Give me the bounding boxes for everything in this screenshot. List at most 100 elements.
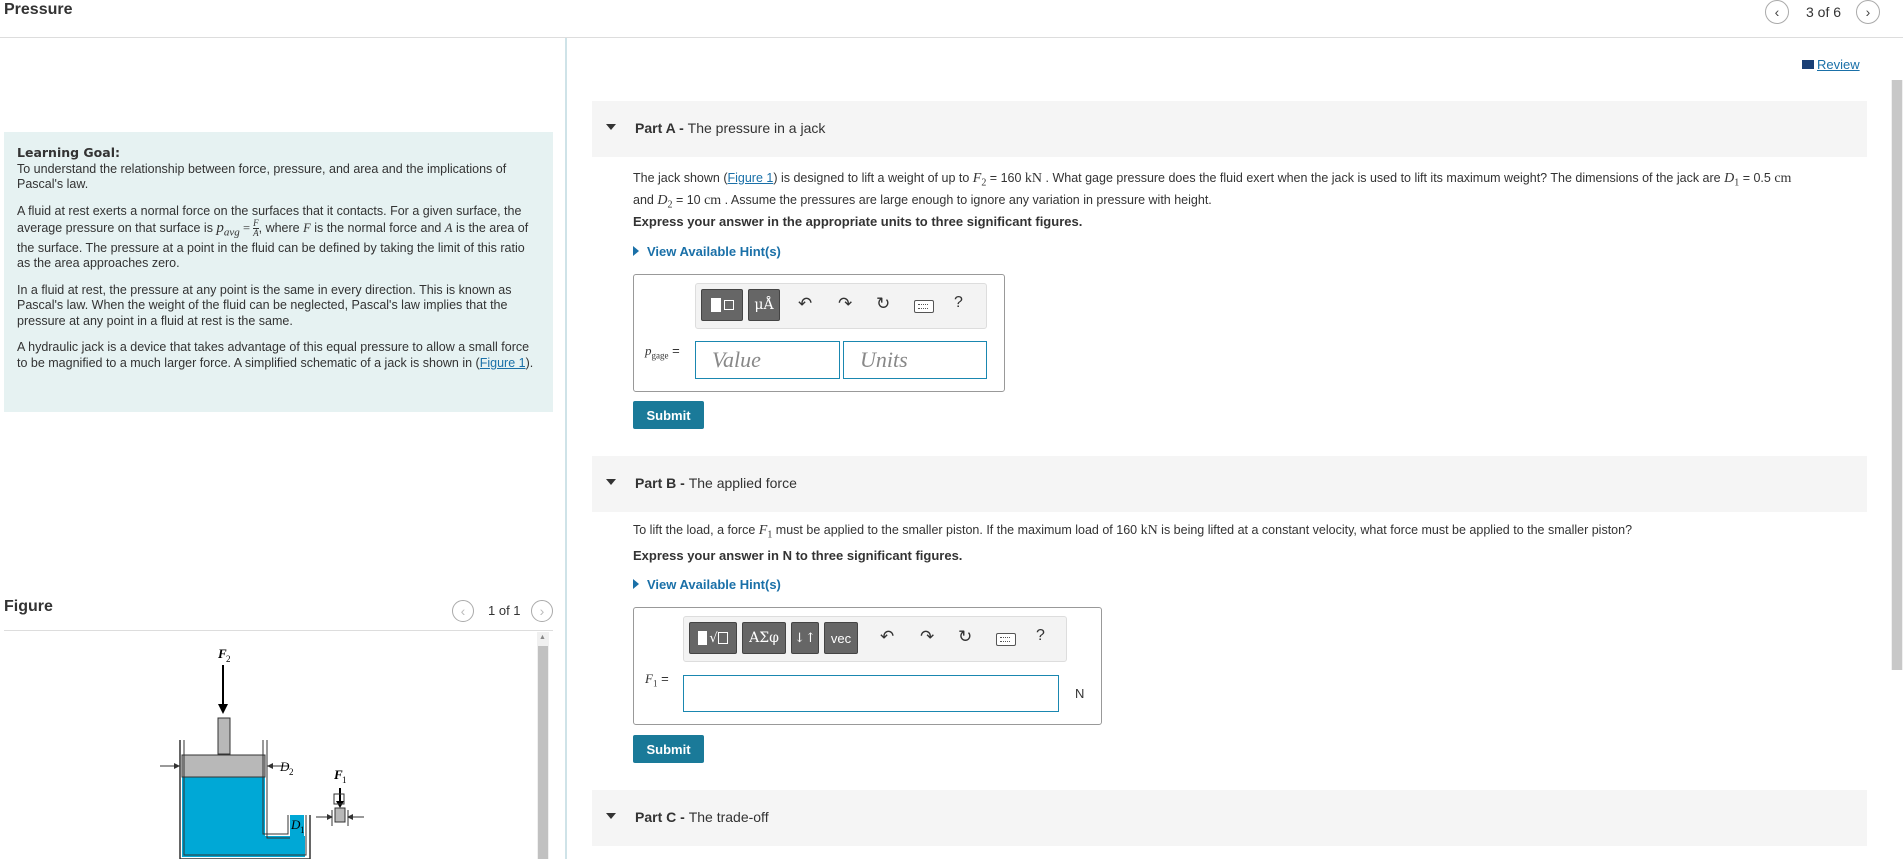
figure-header: Figure ‹ 1 of 1 ›: [4, 598, 553, 631]
f1-answer-input[interactable]: [683, 675, 1059, 712]
undo-icon[interactable]: ↶: [798, 294, 812, 314]
chevron-left-icon: ‹: [460, 603, 466, 619]
templates-icon: [698, 631, 708, 645]
figure-scrollbar[interactable]: ▲: [537, 632, 549, 859]
part-b-header[interactable]: Part B - The applied force: [592, 456, 1867, 512]
part-b-question: To lift the load, a force F1 must be app…: [633, 522, 1873, 544]
math-sub-avg: avg: [223, 226, 240, 239]
figure-prev-button[interactable]: ‹: [452, 600, 474, 622]
fluid-connector: [265, 836, 305, 857]
figure-counter: 1 of 1: [488, 603, 521, 618]
review-link[interactable]: Review: [1802, 57, 1860, 72]
goal-paragraph-2: In a fluid at rest, the pressure at any …: [17, 282, 512, 328]
hint-label: View Available Hint(s): [647, 577, 781, 592]
part-b-submit-button[interactable]: Submit: [633, 735, 704, 763]
part-a-hint-toggle[interactable]: View Available Hint(s): [633, 244, 781, 259]
reset-icon[interactable]: ↻: [958, 627, 972, 647]
vector-button[interactable]: vec: [824, 622, 858, 654]
mu-angstrom-button[interactable]: μÅ: [748, 289, 780, 321]
sqrt-icon: √: [709, 630, 718, 646]
small-piston: [334, 807, 346, 823]
figure-title: Figure: [4, 598, 53, 615]
figure-1-link[interactable]: Figure 1: [727, 171, 773, 185]
templates-button[interactable]: √: [689, 622, 737, 654]
label-D2-sub: 2: [289, 767, 294, 777]
figure-next-button[interactable]: ›: [531, 600, 553, 622]
help-icon[interactable]: ?: [1036, 627, 1045, 645]
collapse-triangle-icon[interactable]: [606, 124, 616, 130]
q-text: = 10: [672, 192, 705, 207]
keyboard-icon[interactable]: [996, 633, 1016, 646]
math-D1: D: [1724, 171, 1735, 186]
part-c-label: Part C -: [635, 809, 689, 825]
figure-scroll-thumb[interactable]: [538, 646, 548, 859]
large-piston: [181, 754, 266, 778]
caret-right-icon: [633, 579, 639, 589]
undo-icon[interactable]: ↶: [880, 627, 894, 647]
keyboard-icon[interactable]: [914, 300, 934, 313]
learning-goal-heading: Learning Goal:: [17, 145, 120, 160]
chevron-left-icon: ‹: [1774, 4, 1780, 20]
part-b-answer-box: √ ΑΣφ ↓↑ vec ↶ ↷ ↻ ? F1 = N: [633, 607, 1102, 725]
previous-item-button[interactable]: ‹: [1765, 0, 1789, 24]
var-F: F: [645, 671, 653, 686]
D2-arrow-right: [267, 763, 273, 769]
scroll-up-arrow-icon[interactable]: ▲: [539, 634, 546, 641]
greek-symbols-button[interactable]: ΑΣφ: [742, 622, 786, 654]
part-b-title: Part B - The applied force: [635, 475, 797, 491]
collapse-triangle-icon[interactable]: [606, 479, 616, 485]
collapse-triangle-icon[interactable]: [606, 813, 616, 819]
large-piston-rod: [217, 717, 231, 755]
redo-icon[interactable]: ↷: [920, 627, 934, 647]
q-text: must be applied to the smaller piston. I…: [772, 523, 1141, 537]
redo-icon[interactable]: ↷: [838, 294, 852, 314]
math-p: p: [216, 219, 224, 236]
part-b-hint-toggle[interactable]: View Available Hint(s): [633, 577, 781, 592]
q-text: = 0.5: [1739, 171, 1775, 185]
figure-1-link[interactable]: Figure 1: [480, 356, 526, 370]
part-c-title-text: The trade-off: [688, 809, 769, 825]
part-a-instruction: Express your answer in the appropriate u…: [633, 214, 1083, 229]
goal-p1-text-c: is the normal force and: [310, 220, 445, 235]
unit-cm: cm: [1774, 171, 1792, 186]
value-input[interactable]: Value: [695, 341, 840, 379]
q-text: and: [633, 192, 658, 207]
part-a-header[interactable]: Part A - The pressure in a jack: [592, 101, 1867, 157]
page-counter: 3 of 6: [1806, 4, 1842, 20]
part-a-label: Part A -: [635, 120, 688, 136]
math-D2: D: [657, 192, 668, 208]
page-scroll-thumb[interactable]: [1892, 80, 1902, 670]
part-a-title-text: The pressure in a jack: [687, 120, 826, 136]
fluid-large-cylinder: [182, 777, 265, 857]
part-a-toolbar: μÅ ↶ ↷ ↻ ?: [695, 283, 987, 329]
hint-label: View Available Hint(s): [647, 244, 781, 259]
q-text: The jack shown (: [633, 171, 728, 185]
subscript-superscript-button[interactable]: ↓↑: [791, 622, 819, 654]
q-text: = 160: [986, 171, 1025, 185]
part-c-header[interactable]: Part C - The trade-off: [592, 790, 1867, 846]
part-a-answer-box: μÅ ↶ ↷ ↻ ? pgage = Value Units: [633, 274, 1005, 392]
part-a-submit-button[interactable]: Submit: [633, 401, 704, 429]
help-icon[interactable]: ?: [954, 294, 963, 312]
book-icon: [1802, 60, 1814, 69]
hydraulic-jack-figure: F 2 D 2 F 1 D 1: [160, 646, 364, 859]
label-F2-sub: 2: [226, 654, 231, 664]
learning-goal-text: To understand the relationship between f…: [17, 161, 507, 192]
next-item-button[interactable]: ›: [1856, 0, 1880, 24]
chevron-right-icon: ›: [539, 603, 545, 619]
math-F: F: [303, 220, 311, 235]
page-scrollbar[interactable]: [1891, 80, 1903, 670]
reset-icon[interactable]: ↻: [876, 294, 890, 314]
templates-icon-2: [717, 632, 728, 644]
learning-goal-box: Learning Goal: To understand the relatio…: [4, 132, 553, 412]
caret-right-icon: [633, 246, 639, 256]
unit-label-N: N: [1075, 686, 1085, 701]
part-c-title: Part C - The trade-off: [635, 809, 769, 825]
units-input[interactable]: Units: [843, 341, 987, 379]
templates-button[interactable]: [701, 289, 743, 321]
math-eq: =: [239, 220, 254, 235]
var-sub-gage: gage: [651, 350, 669, 361]
part-a-title: Part A - The pressure in a jack: [635, 120, 825, 136]
q-text: . What gage pressure does the fluid exer…: [1042, 171, 1725, 185]
goal-p3-text-a: A hydraulic jack is a device that takes …: [17, 340, 530, 370]
